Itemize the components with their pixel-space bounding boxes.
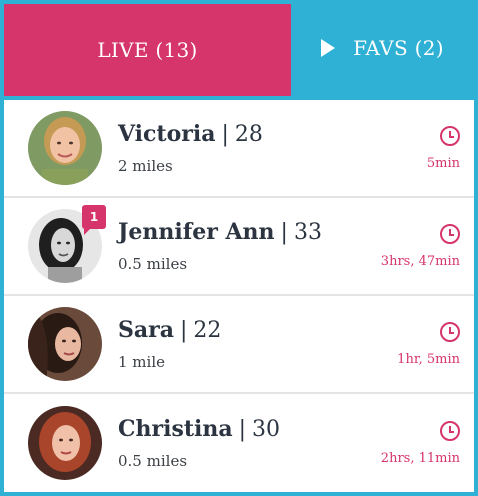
- last-active-time: 5min: [426, 155, 460, 171]
- user-name: Victoria: [118, 120, 216, 147]
- activity-meta: 5min: [427, 100, 460, 196]
- avatar: [28, 406, 102, 480]
- user-name: Christina: [118, 415, 233, 442]
- play-icon: [321, 39, 336, 57]
- avatar: [28, 111, 102, 185]
- clock-icon: [440, 321, 460, 342]
- user-name: Jennifer Ann: [118, 218, 275, 245]
- tab-favs[interactable]: FAVS (2): [291, 0, 474, 96]
- app-frame: LIVE (13) FAVS (2) Victoria | 28 2 miles…: [0, 0, 478, 496]
- clock-icon: [440, 420, 460, 441]
- user-age: 33: [293, 219, 322, 245]
- user-list: Victoria | 28 2 miles 5min 1 Jennifer An…: [4, 100, 474, 492]
- activity-meta: 1hr, 5min: [397, 296, 460, 392]
- avatar-container: 1: [28, 205, 106, 283]
- user-distance: 2 miles: [118, 156, 173, 175]
- user-age: 22: [193, 317, 222, 343]
- avatar-container: [28, 406, 102, 480]
- list-item[interactable]: Sara | 22 1 mile 1hr, 5min: [4, 296, 474, 394]
- tab-bar: LIVE (13) FAVS (2): [4, 0, 474, 100]
- last-active-time: 1hr, 5min: [397, 351, 460, 367]
- avatar: [28, 307, 102, 381]
- tab-favs-label: FAVS (2): [353, 36, 444, 60]
- activity-meta: 3hrs, 47min: [381, 198, 460, 294]
- avatar-container: [28, 307, 102, 381]
- user-age: 28: [234, 121, 263, 147]
- separator: |: [280, 219, 288, 245]
- name-line: Victoria | 28: [118, 122, 474, 147]
- separator: |: [238, 416, 247, 442]
- separator: |: [221, 121, 229, 147]
- tab-live-label: LIVE (13): [97, 38, 198, 62]
- list-item[interactable]: Christina | 30 0.5 miles 2hrs, 11min: [4, 394, 474, 492]
- user-info: Victoria | 28 2 miles: [118, 122, 474, 175]
- separator: |: [180, 317, 188, 343]
- clock-icon: [440, 223, 460, 244]
- clock-icon: [440, 125, 460, 146]
- avatar-container: [28, 111, 102, 185]
- list-item[interactable]: 1 Jennifer Ann | 33 0.5 miles 3hrs, 47min: [4, 198, 474, 296]
- user-name: Sara: [118, 316, 174, 343]
- unread-badge: 1: [82, 205, 106, 235]
- activity-meta: 2hrs, 11min: [381, 394, 460, 492]
- list-item[interactable]: Victoria | 28 2 miles 5min: [4, 100, 474, 198]
- tab-live[interactable]: LIVE (13): [4, 0, 291, 96]
- last-active-time: 3hrs, 47min: [380, 253, 460, 269]
- last-active-time: 2hrs, 11min: [380, 450, 460, 466]
- user-age: 30: [252, 416, 281, 442]
